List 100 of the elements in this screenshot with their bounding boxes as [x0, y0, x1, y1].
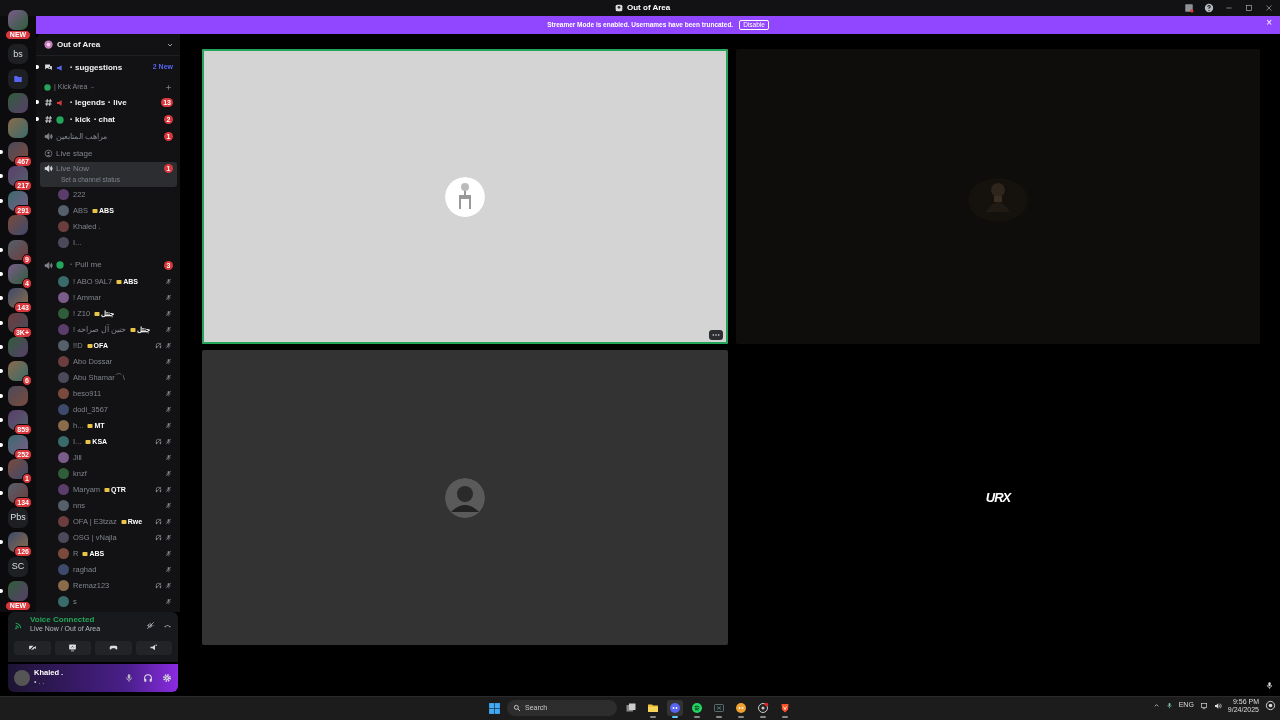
video-tile[interactable] — [736, 49, 1260, 344]
tag-icon — [94, 310, 101, 317]
channel-item[interactable]: Live stage — [40, 145, 177, 162]
taskbar-app[interactable] — [733, 700, 749, 716]
megaphone-icon — [56, 63, 64, 72]
soundboard-icon — [149, 643, 159, 652]
plus-icon[interactable] — [165, 83, 172, 91]
server-icon[interactable] — [8, 434, 28, 455]
network-icon[interactable] — [1199, 701, 1208, 710]
taskbar-app[interactable] — [689, 700, 705, 716]
game-app-icon — [713, 702, 725, 714]
music-app-icon — [691, 702, 703, 714]
avatar — [58, 189, 69, 201]
video-tile[interactable] — [202, 350, 728, 645]
settings-icon[interactable] — [162, 673, 172, 683]
server-icon[interactable] — [8, 459, 28, 480]
notification-icon[interactable] — [1265, 700, 1276, 712]
status-dot-icon — [56, 115, 64, 124]
avatar — [58, 372, 69, 384]
headphones-icon[interactable] — [143, 673, 153, 683]
screen-share-button[interactable] — [54, 640, 91, 655]
folder-icon — [647, 702, 659, 714]
tag-icon — [82, 550, 89, 557]
avatar — [58, 516, 69, 528]
microphone-icon[interactable] — [1165, 702, 1173, 710]
browser-icon — [779, 702, 791, 714]
inbox-icon[interactable] — [1184, 3, 1194, 13]
avatar — [58, 205, 69, 217]
channel-name: ・Pull me — [67, 259, 102, 272]
channel-name: مراهب المتابعين — [56, 130, 108, 143]
status-dot-icon — [56, 261, 64, 270]
search-icon — [513, 704, 521, 712]
tag-icon — [87, 422, 94, 429]
avatar — [58, 564, 69, 576]
gamepad-icon — [108, 643, 118, 652]
maximize-icon[interactable] — [1244, 3, 1254, 13]
taskbar-app[interactable] — [755, 700, 771, 716]
status-dot-icon — [44, 83, 51, 91]
window-title: Out of Area — [627, 2, 671, 14]
microphone-icon[interactable] — [124, 673, 134, 683]
chat-app-icon — [735, 702, 747, 714]
avatar — [58, 388, 69, 400]
chevron-down-icon — [90, 84, 96, 90]
avatar — [58, 404, 69, 416]
server-button[interactable]: Pbs — [8, 507, 28, 528]
tag-icon — [116, 278, 123, 285]
server-icon[interactable] — [8, 239, 28, 260]
server-name[interactable]: Out of Area — [57, 38, 101, 51]
tag-icon — [104, 486, 111, 493]
record-app-icon — [757, 702, 769, 714]
gamepad-button[interactable] — [95, 640, 132, 655]
server-icon[interactable] — [8, 190, 28, 211]
forum-icon — [44, 63, 53, 72]
avatar — [58, 484, 69, 496]
camera-off-button[interactable] — [14, 640, 51, 655]
hash-icon — [44, 115, 53, 124]
avatar — [58, 340, 69, 352]
video-tile[interactable] — [202, 49, 728, 344]
close-button[interactable]: × — [1266, 18, 1272, 28]
server-folder[interactable] — [8, 68, 28, 89]
server-button[interactable]: SC — [8, 556, 28, 577]
tag-icon — [92, 207, 98, 214]
soundboard-button[interactable] — [135, 640, 172, 655]
hash-icon — [44, 98, 53, 107]
server-icon[interactable] — [8, 141, 28, 162]
tag-icon — [86, 342, 93, 349]
avatar — [58, 548, 69, 560]
avatar — [58, 436, 69, 448]
logo: URX — [985, 488, 1011, 507]
avatar — [58, 500, 69, 512]
megaphone-icon — [56, 98, 64, 107]
volume-icon[interactable] — [1213, 701, 1222, 710]
tag-icon — [120, 518, 127, 525]
start-icon[interactable] — [488, 701, 501, 715]
signal-icon — [14, 620, 24, 631]
server-button[interactable]: bs — [8, 44, 28, 65]
avatar — [58, 324, 69, 336]
camera-off-icon — [27, 643, 37, 652]
chevron-up-icon[interactable] — [1152, 702, 1160, 710]
server-icon — [615, 4, 623, 12]
voice-status[interactable]: Voice Connected — [30, 616, 101, 624]
screen-share-icon — [68, 643, 78, 652]
avatar — [58, 420, 69, 432]
help-icon[interactable] — [1204, 3, 1214, 13]
noise-suppression-icon[interactable] — [146, 620, 155, 630]
speaker-icon — [44, 132, 53, 141]
close-icon[interactable] — [1264, 3, 1274, 13]
channel-name: Live Now — [56, 162, 89, 175]
avatar — [58, 452, 69, 464]
avatar — [58, 237, 69, 249]
server-icon[interactable] — [8, 361, 28, 382]
folder-icon — [13, 73, 23, 84]
avatar — [58, 308, 69, 320]
speaker-icon — [44, 260, 53, 270]
microphone-icon[interactable] — [1265, 681, 1274, 690]
stage-icon — [44, 149, 53, 158]
more-button[interactable] — [709, 330, 723, 340]
avatar — [58, 580, 69, 592]
avatar — [58, 532, 69, 544]
channel-name: ・suggestions — [67, 61, 123, 74]
